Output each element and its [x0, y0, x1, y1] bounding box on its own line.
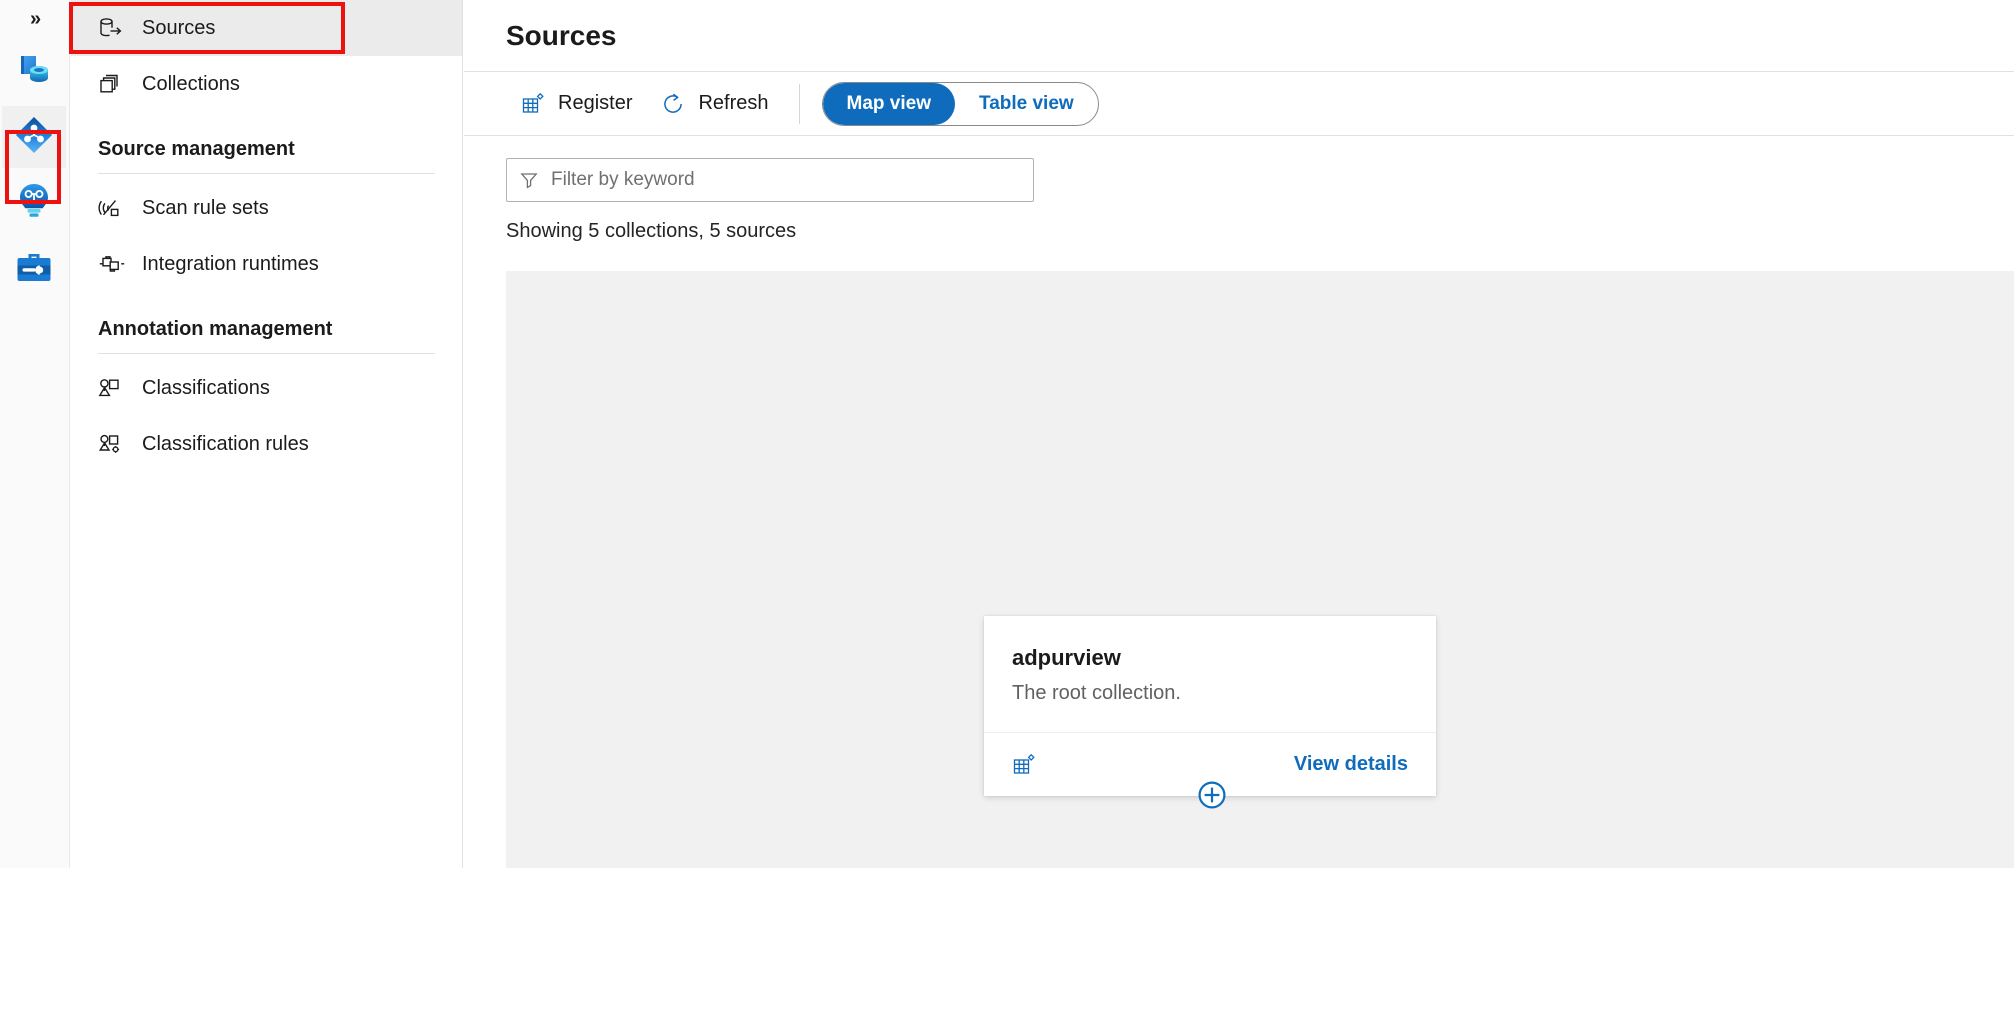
rail-item-management[interactable]: [2, 238, 66, 300]
collection-card[interactable]: adpurview The root collection.: [984, 616, 1436, 796]
command-label: Register: [558, 92, 632, 115]
collection-name: adpurview: [1012, 644, 1408, 673]
main-content: Sources Register: [464, 0, 2014, 868]
left-icon-rail: »: [0, 0, 70, 868]
data-catalog-icon: [14, 49, 54, 94]
nav-section-divider: [98, 353, 435, 354]
sidebar-item-label: Classification rules: [142, 434, 309, 454]
data-map-icon: [13, 114, 55, 161]
classification-rules-icon: [98, 431, 132, 457]
command-bar: Register Refresh Map view Table view: [464, 72, 2014, 136]
rail-item-insights[interactable]: [2, 172, 66, 234]
sidebar-item-label: Collections: [142, 74, 240, 94]
management-icon: [14, 248, 54, 291]
collection-map-canvas[interactable]: adpurview The root collection.: [506, 271, 2014, 868]
app-root: »: [0, 0, 2014, 1031]
sidebar-item-label: Integration runtimes: [142, 254, 319, 274]
integration-runtimes-icon: [98, 251, 132, 277]
classifications-icon: [98, 375, 132, 401]
command-label: Refresh: [698, 92, 768, 115]
rail-item-data-catalog[interactable]: [2, 40, 66, 102]
filter-box[interactable]: [506, 158, 1034, 202]
refresh-button[interactable]: Refresh: [646, 82, 782, 126]
filter-row: [464, 136, 2014, 202]
scan-rule-sets-icon: [98, 195, 132, 221]
register-button[interactable]: Register: [506, 82, 646, 126]
expand-rail-button[interactable]: »: [0, 2, 70, 36]
sidebar-item-label: Classifications: [142, 378, 270, 398]
sidebar-item-integration-runtimes[interactable]: Integration runtimes: [71, 236, 462, 292]
showing-count-text: Showing 5 collections, 5 sources: [464, 202, 2014, 243]
sidebar-item-classifications[interactable]: Classifications: [71, 360, 462, 416]
collection-grid-icon: [1012, 753, 1036, 777]
nav-section-title: Source management: [71, 112, 462, 167]
page-header: Sources: [464, 0, 2014, 72]
filter-funnel-icon: [519, 170, 539, 190]
sidebar-item-sources[interactable]: Sources: [71, 0, 462, 56]
page-title: Sources: [506, 20, 617, 52]
nav-panel: Sources Collections Source management: [71, 0, 463, 868]
sidebar-item-classification-rules[interactable]: Classification rules: [71, 416, 462, 472]
tab-map-view[interactable]: Map view: [823, 83, 955, 125]
database-export-icon: [98, 15, 132, 41]
tab-table-view[interactable]: Table view: [955, 83, 1098, 125]
sidebar-item-scan-rule-sets[interactable]: Scan rule sets: [71, 180, 462, 236]
search-input[interactable]: [549, 168, 1021, 192]
insights-icon: [16, 181, 52, 226]
command-divider: [799, 84, 800, 124]
register-grid-icon: [520, 91, 546, 117]
rail-item-data-map[interactable]: [2, 106, 66, 168]
nav-section-divider: [98, 173, 435, 174]
view-details-link[interactable]: View details: [1294, 753, 1408, 776]
collection-card-body: adpurview The root collection.: [984, 616, 1436, 732]
collection-description: The root collection.: [1012, 680, 1408, 706]
collections-icon: [98, 71, 132, 97]
add-circle-icon[interactable]: [1196, 779, 1228, 811]
sidebar-item-label: Scan rule sets: [142, 198, 269, 218]
view-toggle: Map view Table view: [822, 82, 1099, 126]
refresh-icon: [660, 91, 686, 117]
nav-section-title: Annotation management: [71, 292, 462, 347]
sidebar-item-collections[interactable]: Collections: [71, 56, 462, 112]
app-shell: »: [0, 0, 2014, 868]
sidebar-item-label: Sources: [142, 18, 215, 38]
